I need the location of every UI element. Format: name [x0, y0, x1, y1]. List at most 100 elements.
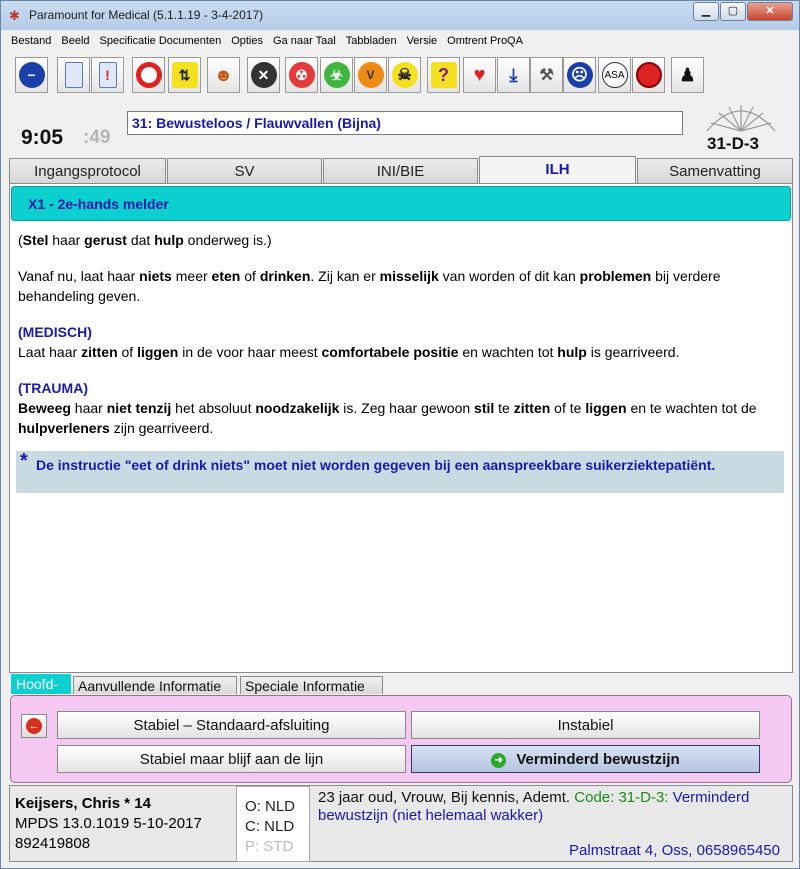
trauma-heading: (TRAUMA): [18, 380, 88, 396]
diabetes-note: * De instructie "eet of drink niets" moe…: [16, 451, 784, 493]
tool-button-arrows[interactable]: ⇅: [168, 57, 201, 93]
patient-summary: 23 jaar oud, Vrouw, Bij kennis, Ademt. C…: [318, 789, 788, 825]
tool-button-biohazard[interactable]: ☣: [320, 57, 353, 93]
tab-ilh[interactable]: ILH: [479, 156, 636, 183]
window-title: Paramount for Medical (5.1.1.19 - 3-4-20…: [29, 8, 264, 22]
application-window: ✱ Paramount for Medical (5.1.1.19 - 3-4-…: [0, 0, 800, 869]
title-bar: ✱ Paramount for Medical (5.1.1.19 - 3-4-…: [1, 1, 799, 30]
instruction-trauma: (TRAUMA) Beweeg haar niet tenzij het abso…: [18, 380, 757, 436]
language-o: O: NLD: [245, 798, 296, 815]
tool-button-person[interactable]: ☻: [207, 57, 240, 93]
menu-bestand[interactable]: Bestand: [7, 32, 57, 47]
tab-aanvullende-informatie[interactable]: Aanvullende Informatie: [73, 676, 237, 694]
document-icon: [64, 62, 83, 88]
tool-button-face[interactable]: ☹: [563, 57, 596, 93]
tab-speciale-informatie[interactable]: Speciale Informatie: [240, 676, 383, 694]
back-button[interactable]: ←: [21, 714, 47, 738]
back-arrow-icon: ←: [26, 718, 42, 734]
instruction-medisch: (MEDISCH) Laat haar zitten of liggen in d…: [18, 324, 680, 360]
language-c: C: NLD: [245, 818, 295, 835]
unstable-button[interactable]: Instabiel: [411, 711, 760, 739]
tool-button-asa[interactable]: ASA: [598, 57, 631, 93]
protocol-tabs: Ingangsprotocol SV INI/BIE ILH Samenvatt…: [9, 156, 793, 183]
menu-tabbladen[interactable]: Tabbladen: [342, 32, 403, 47]
menu-ga-naar-taal[interactable]: Ga naar Taal: [269, 32, 342, 47]
tab-hoofd[interactable]: Hoofd-: [11, 674, 71, 694]
reduced-consciousness-button[interactable]: ➜ Verminderd bewustzijn: [411, 745, 760, 773]
menu-opties[interactable]: Opties: [227, 32, 269, 47]
tool-button-target[interactable]: [132, 57, 165, 93]
menu-bar: Bestand Beeld Specificatie Documenten Optie…: [7, 31, 795, 51]
tool-button-vehicle[interactable]: V: [354, 57, 387, 93]
spy-icon: ♟: [679, 64, 696, 85]
skull-icon: ☠: [391, 62, 418, 88]
note-text: De instructie "eet of drink niets" moet …: [36, 457, 716, 473]
radiation-icon: ☢: [288, 62, 315, 88]
fan-logo-icon: [706, 105, 776, 132]
bottom-tabs: Hoofd- Aanvullende Informatie Speciale I…: [11, 674, 791, 694]
tool-button-radiation[interactable]: ☢: [285, 57, 318, 93]
tab-ingangsprotocol[interactable]: Ingangsprotocol: [9, 158, 166, 183]
protocol-title: 31: Bewusteloos / Flauwvallen (Bijna): [127, 111, 683, 135]
caller-name: Keijsers, Chris: [15, 795, 121, 812]
minimize-button[interactable]: ▁: [693, 2, 719, 21]
incident-address: Palmstraat 4, Oss, 0658965450: [569, 842, 780, 859]
app-icon: ✱: [9, 8, 20, 23]
medisch-heading: (MEDISCH): [18, 324, 92, 340]
instruction-reassure: (Stel haar gerust dat hulp onderweg is.): [18, 232, 272, 248]
caller-mpds: MPDS 13.0.1019 5-10-2017: [15, 815, 202, 832]
target-icon: [135, 62, 162, 88]
maximize-button[interactable]: ▢: [720, 2, 746, 21]
menu-specificatie-documenten[interactable]: Specificatie Documenten: [96, 32, 228, 47]
stop-icon: −: [18, 62, 45, 88]
down-arrow-icon: ⤓: [509, 64, 518, 85]
alert-document-icon: !: [98, 62, 117, 88]
caller-age: * 14: [124, 795, 151, 812]
patient-details: 23 jaar oud, Vrouw, Bij kennis, Ademt.: [318, 789, 575, 806]
tool-button-record[interactable]: [632, 57, 665, 93]
tool-button-stop[interactable]: −: [15, 57, 48, 93]
call-clock: 9:05: [21, 126, 64, 149]
determinant-code: 31-D-3: [707, 134, 759, 153]
tab-samenvatting[interactable]: Samenvatting: [637, 158, 793, 183]
vehicle-icon: V: [357, 62, 384, 88]
language-p: P: STD: [245, 838, 294, 855]
reduced-consciousness-label: Verminderd bewustzijn: [516, 751, 680, 768]
language-box: O: NLD C: NLD P: STD: [236, 786, 310, 862]
note-star-icon: *: [20, 450, 28, 472]
caller-number: 892419808: [15, 835, 91, 852]
menu-beeld[interactable]: Beeld: [57, 32, 95, 47]
heart-icon: ♥: [473, 63, 486, 86]
tool-button-document[interactable]: [57, 57, 90, 93]
tab-sv[interactable]: SV: [167, 158, 322, 183]
face-icon: ☹: [566, 62, 593, 88]
tool-button-heart[interactable]: ♥: [463, 57, 496, 93]
biohazard-icon: ☣: [323, 62, 350, 88]
question-icon: ?: [430, 62, 457, 88]
tab-ini-bie[interactable]: INI/BIE: [323, 158, 478, 183]
tool-button-spy[interactable]: ♟: [671, 57, 704, 93]
instruction-banner: X1 - 2e-hands melder: [11, 186, 791, 221]
arrows-updown-icon: ⇅: [171, 62, 198, 88]
tool-button-skull[interactable]: ☠: [388, 57, 421, 93]
instruction-no-food: Vanaf nu, laat haar niets meer eten of d…: [18, 268, 721, 304]
toolbar: − ! ⇅ ☻ ✕ ☢ ☣ V ☠ ? ♥ ⤓ ⚒ ☹ ASA ♟: [7, 53, 795, 99]
menu-versie[interactable]: Versie: [403, 32, 444, 47]
tool-button-alert-document[interactable]: !: [91, 57, 124, 93]
tool-button-question[interactable]: ?: [427, 57, 460, 93]
stable-stay-on-line-button[interactable]: Stabiel maar blijf aan de lijn: [57, 745, 406, 773]
patient-code: Code: 31-D-3:: [574, 789, 669, 806]
tool-button-x-circle[interactable]: ✕: [247, 57, 280, 93]
tool-button-tools[interactable]: ⚒: [530, 57, 563, 93]
go-arrow-icon: ➜: [491, 753, 507, 768]
instruction-panel: X1 - 2e-hands melder (Stel haar gerust d…: [9, 183, 793, 673]
person-icon: ☻: [214, 64, 233, 85]
asa-icon: ASA: [601, 62, 628, 88]
menu-omtrent-proqa[interactable]: Omtrent ProQA: [443, 32, 529, 47]
stable-standard-end-button[interactable]: Stabiel – Standaard-afsluiting: [57, 711, 406, 739]
disposition-actions: ← Stabiel – Standaard-afsluiting Instabi…: [10, 695, 792, 783]
x-circle-icon: ✕: [250, 62, 277, 88]
close-button[interactable]: ✕: [747, 2, 793, 21]
tool-button-down-arrow[interactable]: ⤓: [497, 57, 530, 93]
record-icon: [635, 62, 662, 88]
